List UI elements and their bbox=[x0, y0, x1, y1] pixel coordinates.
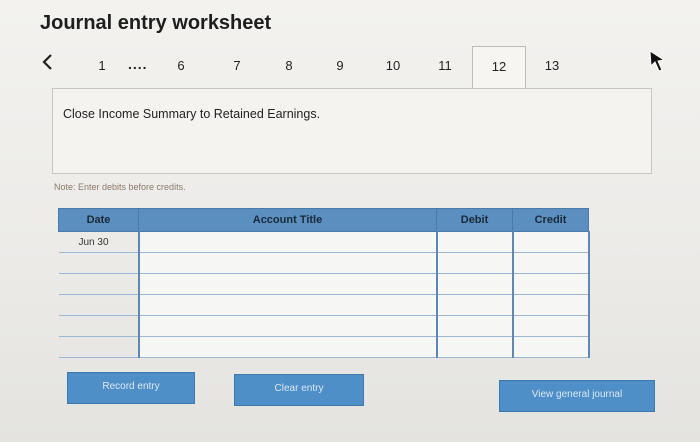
step-10[interactable]: 10 bbox=[378, 58, 408, 73]
account-title-input[interactable] bbox=[137, 231, 438, 253]
credit-input[interactable] bbox=[511, 315, 590, 337]
account-title-input[interactable] bbox=[137, 315, 438, 337]
debit-input[interactable] bbox=[435, 252, 514, 274]
step-7[interactable]: 7 bbox=[222, 58, 252, 73]
credit-input[interactable] bbox=[511, 252, 590, 274]
header-account-title: Account Title bbox=[138, 208, 437, 232]
date-cell bbox=[58, 273, 139, 295]
header-date: Date bbox=[58, 208, 139, 232]
debit-input[interactable] bbox=[435, 294, 514, 316]
credit-input[interactable] bbox=[511, 273, 590, 295]
step-8[interactable]: 8 bbox=[274, 58, 304, 73]
account-title-input[interactable] bbox=[137, 294, 438, 316]
instruction-panel: Close Income Summary to Retained Earning… bbox=[52, 88, 652, 174]
record-entry-button[interactable]: Record entry bbox=[67, 372, 195, 404]
step-13[interactable]: 13 bbox=[537, 58, 567, 73]
mouse-cursor-icon bbox=[649, 50, 666, 72]
date-cell bbox=[58, 252, 139, 274]
table-row bbox=[58, 336, 590, 358]
journal-table: Date Account Title Debit Credit Jun 30 bbox=[58, 208, 590, 358]
table-row bbox=[58, 294, 590, 316]
credit-input[interactable] bbox=[511, 231, 590, 253]
account-title-input[interactable] bbox=[137, 336, 438, 358]
table-row bbox=[58, 315, 590, 337]
debit-input[interactable] bbox=[435, 315, 514, 337]
debit-input[interactable] bbox=[435, 336, 514, 358]
step-11[interactable]: 11 bbox=[430, 58, 460, 73]
date-cell: Jun 30 bbox=[58, 231, 139, 253]
account-title-input[interactable] bbox=[137, 252, 438, 274]
debit-input[interactable] bbox=[435, 231, 514, 253]
note-text: Note: Enter debits before credits. bbox=[54, 182, 186, 192]
header-debit: Debit bbox=[436, 208, 513, 232]
step-6[interactable]: 6 bbox=[166, 58, 196, 73]
date-cell bbox=[58, 315, 139, 337]
step-12-label: 12 bbox=[491, 59, 507, 74]
chevron-left-icon[interactable] bbox=[40, 52, 56, 72]
page-title: Journal entry worksheet bbox=[40, 12, 272, 34]
clear-entry-button[interactable]: Clear entry bbox=[234, 374, 364, 406]
credit-input[interactable] bbox=[511, 336, 590, 358]
debit-input[interactable] bbox=[435, 273, 514, 295]
table-row: Jun 30 bbox=[58, 231, 590, 253]
date-cell bbox=[58, 336, 139, 358]
date-cell bbox=[58, 294, 139, 316]
credit-input[interactable] bbox=[511, 294, 590, 316]
step-1[interactable]: 1 bbox=[87, 58, 117, 73]
table-row bbox=[58, 273, 590, 295]
table-row bbox=[58, 252, 590, 274]
table-header-row: Date Account Title Debit Credit bbox=[58, 208, 589, 232]
step-navigation: 1 .... 6 7 8 9 10 11 12 13 bbox=[0, 44, 700, 93]
step-12-active-tab[interactable]: 12 bbox=[472, 46, 526, 93]
header-credit: Credit bbox=[512, 208, 589, 232]
worksheet-screen: Journal entry worksheet 1 .... 6 7 8 9 1… bbox=[0, 0, 700, 442]
view-general-journal-button[interactable]: View general journal bbox=[499, 380, 655, 412]
account-title-input[interactable] bbox=[137, 273, 438, 295]
step-9[interactable]: 9 bbox=[325, 58, 355, 73]
instruction-text: Close Income Summary to Retained Earning… bbox=[63, 107, 321, 121]
step-ellipsis: .... bbox=[128, 56, 148, 72]
